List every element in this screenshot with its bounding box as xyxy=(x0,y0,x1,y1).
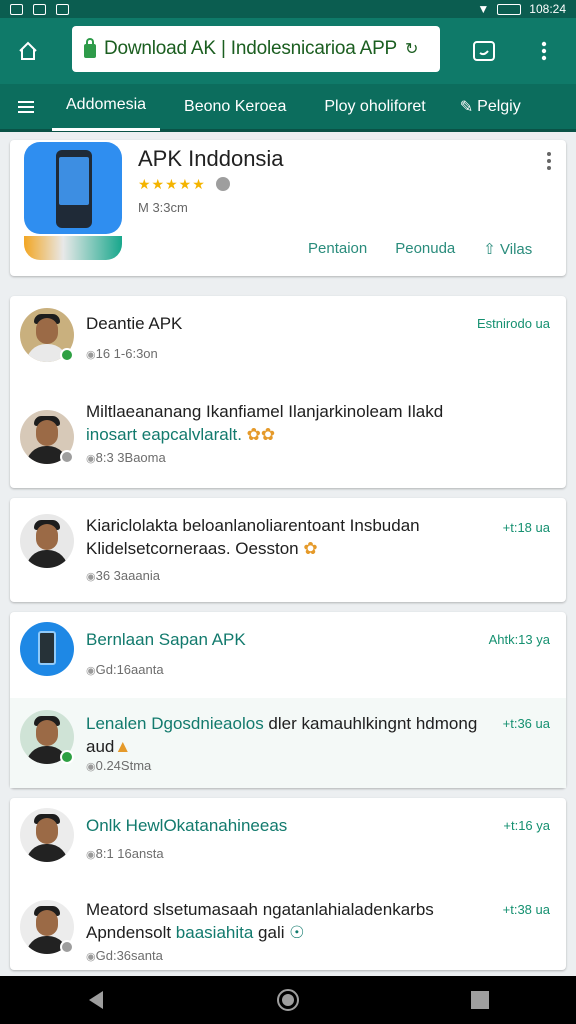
action-button-1[interactable]: Pentaion xyxy=(308,240,367,258)
post-text: Kiariclolakta beloanlanoliarentoant Insb… xyxy=(86,514,420,560)
status-bar: ▼ 108:24 xyxy=(0,0,576,18)
tab-4[interactable]: ✎ Pelgiy xyxy=(446,83,535,131)
avatar xyxy=(20,622,74,676)
tab-2[interactable]: Beono Keroea xyxy=(170,83,300,131)
post-meta: Gd:16aanta xyxy=(86,662,164,677)
post-card[interactable]: Bernlaan Sapan APK Gd:16aanta Ahtk:13 ya… xyxy=(10,612,566,788)
post-text-line2: aud xyxy=(86,737,115,756)
verified-badge-icon xyxy=(60,348,74,362)
post-text-line2a: Apndensolt xyxy=(86,923,172,942)
browser-toolbar: Download AK | Indolesnicarioa APP ↻ xyxy=(0,18,576,84)
post-meta: 8:1 16ansta xyxy=(86,846,164,861)
rating-stars: ★★★★★ xyxy=(138,176,206,192)
post-author: Deantie APK xyxy=(86,314,183,333)
hamburger-menu-icon[interactable] xyxy=(0,83,52,131)
post-text: Lenalen Dgosdnieaolos dler kamauhlkingnt… xyxy=(86,712,477,758)
post-text-line2: inosart eapcalvlaralt. xyxy=(86,425,242,444)
status-time: 108:24 xyxy=(529,2,566,16)
post-text-line1a: Lenalen Dgosdnieaolos xyxy=(86,714,264,733)
avatar xyxy=(20,514,74,568)
post-meta: 0.24Stma xyxy=(86,758,152,773)
post-card[interactable]: Kiariclolakta beloanlanoliarentoant Insb… xyxy=(10,498,566,602)
post-text: Meatord slsetumasaah ngatanlahialadenkar… xyxy=(86,898,434,944)
post-time: +t:16 ya xyxy=(503,818,550,833)
tabs-button[interactable] xyxy=(456,18,512,84)
post-time: Estnirodo ua xyxy=(477,316,550,331)
share-icon: ⇧ xyxy=(483,241,501,258)
verified-icon xyxy=(216,177,230,191)
kebab-icon xyxy=(541,41,547,61)
post-text-line2: Klidelsetcorneraas. Oesston xyxy=(86,539,299,558)
post-meta: Gd:36santa xyxy=(86,948,163,963)
post-text-line1: Miltlaeananang Ikanfiamel Ilanjarkinolea… xyxy=(86,402,444,421)
home-icon xyxy=(19,41,37,60)
emoji-icon: ☉ xyxy=(289,923,305,942)
post-meta: 16 1-6:3on xyxy=(86,346,158,361)
system-nav-bar xyxy=(0,976,576,1024)
tab-3[interactable]: Ploy oholiforet xyxy=(310,83,439,131)
post-text-line2b: baasiahita xyxy=(171,923,254,942)
wifi-icon: ▼ xyxy=(477,2,490,16)
post-text: Miltlaeananang Ikanfiamel Ilanjarkinolea… xyxy=(86,400,443,446)
address-bar[interactable]: Download AK | Indolesnicarioa APP ↻ xyxy=(72,26,440,72)
avatar xyxy=(20,808,74,862)
post-card[interactable]: Deantie APK 16 1-6:3on Estnirodo ua Milt… xyxy=(10,296,566,488)
emoji-icon: ✿ xyxy=(303,539,318,558)
post-meta: 8:3 3Baoma xyxy=(86,450,166,465)
verified-badge-icon xyxy=(60,940,74,954)
tab-4-label: Pelgiy xyxy=(477,97,521,115)
app-meta: M 3:3cm xyxy=(138,200,188,215)
post-text-line1b: dler kamauhlkingnt hdmong xyxy=(263,714,478,733)
tab-4-icon: ✎ xyxy=(459,98,474,116)
category-tabs: Addomesia Beono Keroea Ploy oholiforet ✎… xyxy=(0,84,576,132)
post-time: +t:36 ua xyxy=(502,716,550,731)
post-time: Ahtk:13 ya xyxy=(488,632,550,647)
post-text-line2c: gali xyxy=(253,923,285,942)
verified-badge-icon xyxy=(60,450,74,464)
post-time: +t:38 ua xyxy=(502,902,550,917)
post-card[interactable]: Onlk HewlOkatanahineeas 8:1 16ansta +t:1… xyxy=(10,798,566,970)
action-button-3[interactable]: ⇧ Vilas xyxy=(483,240,532,258)
app-card[interactable]: APK Inddonsia ★★★★★ M 3:3cm Pentaion Peo… xyxy=(10,140,566,276)
image-icon xyxy=(33,3,46,15)
camera-icon xyxy=(56,3,69,15)
notification-icon xyxy=(10,3,23,15)
app-title: APK Inddonsia xyxy=(138,146,284,171)
reload-icon[interactable]: ↻ xyxy=(405,39,418,59)
overflow-menu-button[interactable] xyxy=(516,18,572,84)
post-text-line1: Meatord slsetumasaah ngatanlahialadenkar… xyxy=(86,900,434,919)
verified-badge-icon xyxy=(60,750,74,764)
recents-icon[interactable] xyxy=(469,989,491,1011)
post-author: Bernlaan Sapan APK xyxy=(86,630,246,649)
battery-icon xyxy=(497,3,522,15)
app-icon xyxy=(24,142,122,264)
lock-icon xyxy=(84,37,96,58)
home-button[interactable] xyxy=(0,18,56,84)
action-button-2[interactable]: Peonuda xyxy=(395,240,455,258)
back-icon[interactable] xyxy=(85,989,107,1011)
app-menu-icon[interactable] xyxy=(544,152,554,172)
app-actions: Pentaion Peonuda ⇧ Vilas xyxy=(308,240,532,258)
action-button-3-label: Vilas xyxy=(500,241,533,258)
home-circle-icon[interactable] xyxy=(276,988,300,1012)
post-meta: 36 3aaania xyxy=(86,568,160,583)
url-text: Download AK | Indolesnicarioa APP xyxy=(104,38,398,59)
post-author: Onlk HewlOkatanahineeas xyxy=(86,816,288,835)
post-row[interactable]: Lenalen Dgosdnieaolos dler kamauhlkingnt… xyxy=(10,698,566,788)
tab-indonesia[interactable]: Addomesia xyxy=(52,83,161,131)
emoji-icon: ▲ xyxy=(114,737,132,756)
emoji-icon: ✿✿ xyxy=(246,425,276,444)
post-text-line1: Kiariclolakta beloanlanoliarentoant Insb… xyxy=(86,516,420,535)
tabs-icon xyxy=(473,41,495,61)
post-time: +t:18 ua xyxy=(502,520,550,535)
